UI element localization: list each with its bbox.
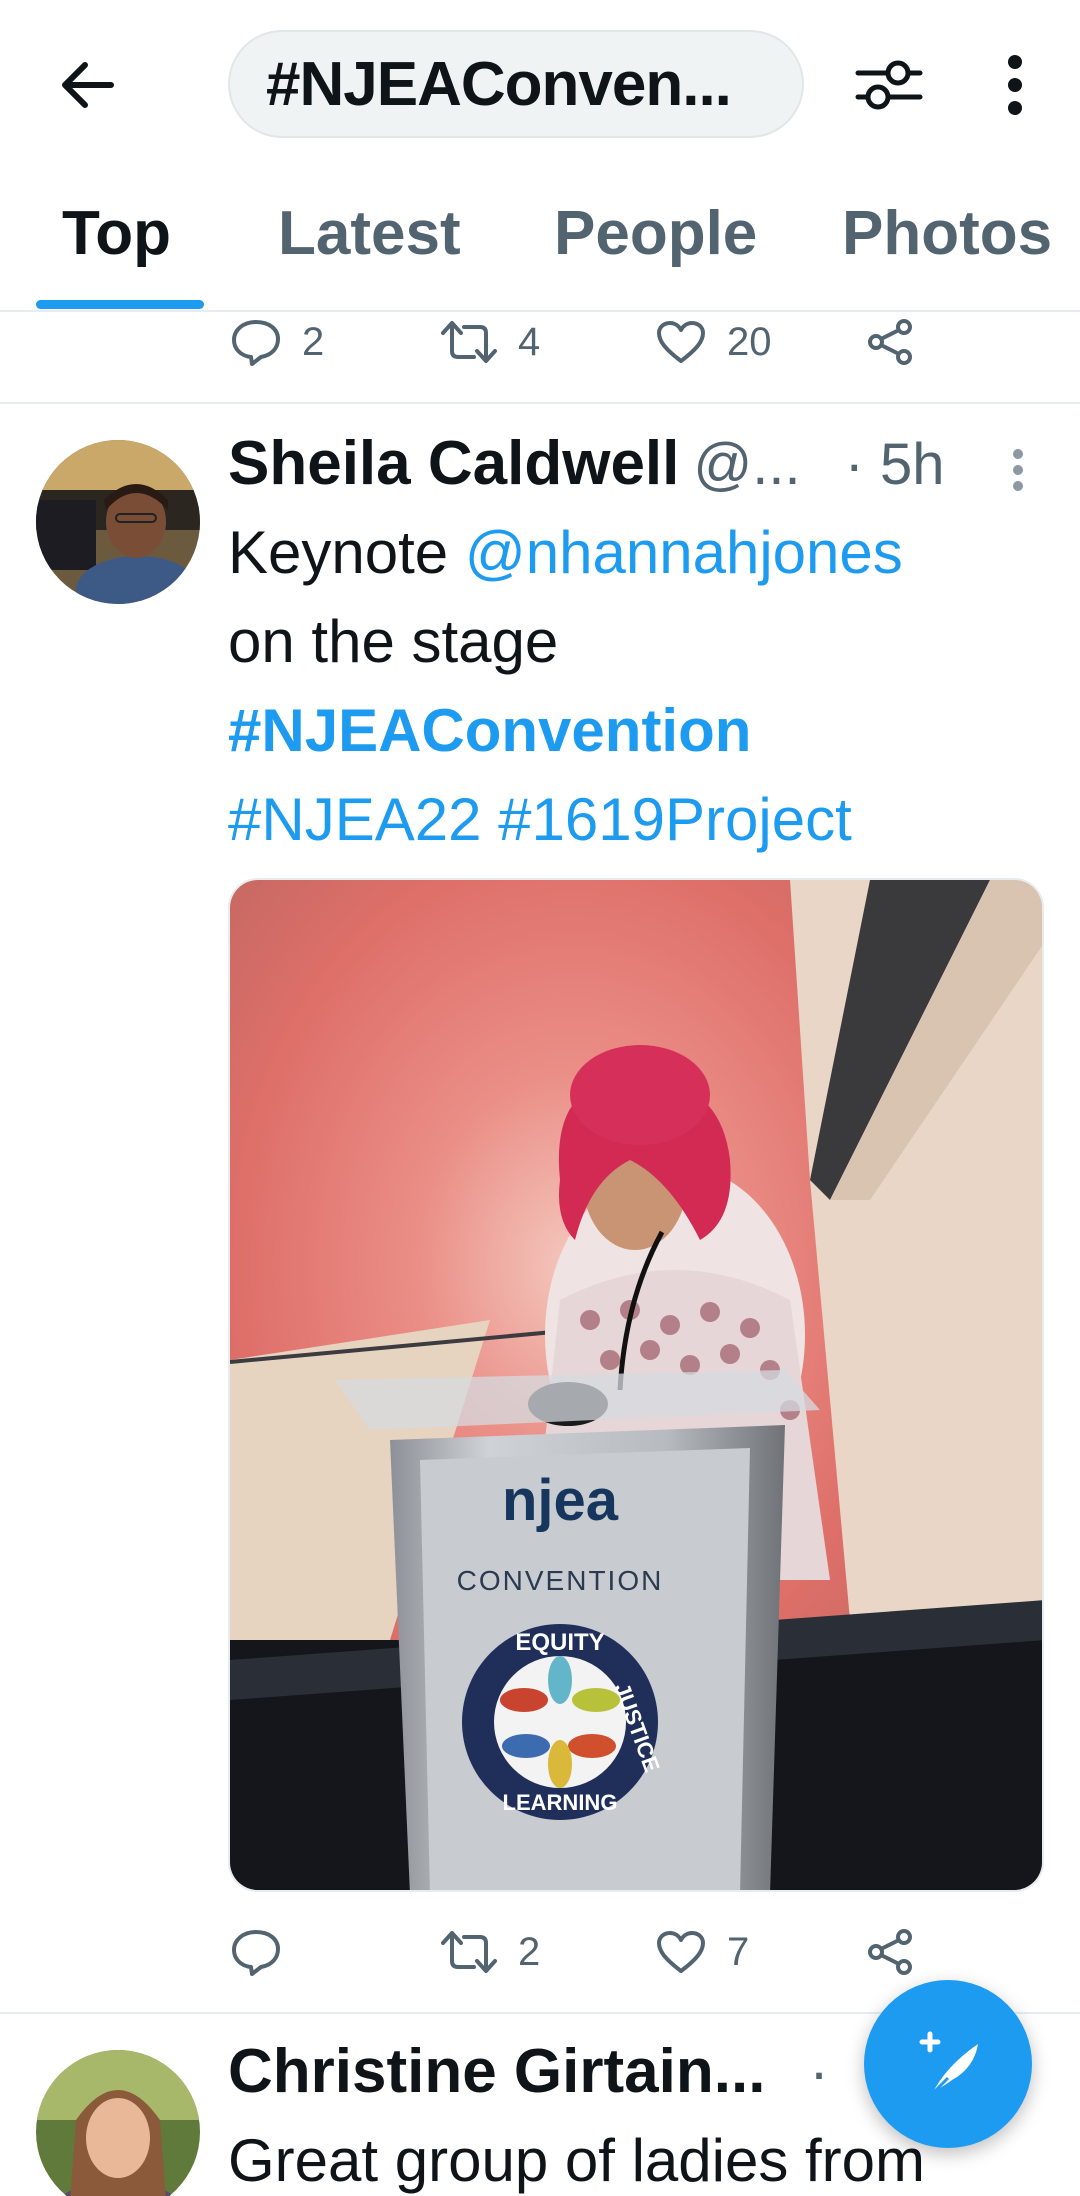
tab-latest[interactable]: Latest [278,198,461,269]
heart-icon [657,321,705,363]
retweet-count: 2 [518,1929,541,1974]
tweet-time[interactable]: · [809,2039,828,2106]
retweet-icon [441,1931,497,1973]
podium-subtitle: CONVENTION [457,1565,664,1596]
share-icon [868,1929,912,1975]
keynote-photo: njea CONVENTION EQUITY JUSTICE LEARNING [230,880,1042,1890]
avatar-photo [36,2050,200,2196]
author-handle[interactable]: @... [693,431,800,498]
tweet-divider [0,402,1080,404]
podium-logo: njea [502,1468,619,1533]
top-bar: #NJEAConven... [0,0,1080,170]
compose-tweet-button[interactable] [864,1980,1032,2148]
reply-button[interactable] [230,1912,302,1992]
tweet-text-prefix: Keynote [228,519,465,586]
like-button[interactable]: 7 [655,1912,749,1992]
retweet-icon [441,321,497,363]
tab-photos[interactable]: Photos [842,198,1052,269]
search-query-text: #NJEAConven... [266,49,732,119]
author-avatar[interactable] [36,2050,200,2196]
more-options-button[interactable] [985,50,1045,120]
tweet-more-button[interactable] [1010,448,1026,497]
search-filter-button[interactable] [850,50,928,120]
share-button[interactable] [866,1912,916,1992]
like-count: 20 [727,319,772,364]
tweet-header: Sheila Caldwell @... · 5h [228,428,945,499]
hashtag-link[interactable]: #1619Project [498,786,852,853]
hashtag-link-main[interactable]: #NJEAConvention [228,697,751,764]
tweet-text-line: on the stage [228,608,559,675]
reply-icon [232,320,280,366]
heart-icon [657,1931,705,1973]
arrow-left-icon [62,62,114,108]
tab-people[interactable]: People [554,198,757,269]
mention-link[interactable]: @nhannahjones [465,519,903,586]
previous-tweet-actions: 2 4 20 [0,302,1080,382]
sliders-icon [855,60,923,110]
share-icon [868,319,912,365]
vertical-ellipsis-icon [1008,55,1022,115]
tweet-body: Keynote @nhannahjones on the stage #NJEA… [228,508,1048,864]
retweet-button[interactable]: 4 [440,302,540,382]
author-name[interactable]: Christine Girtain... [228,2036,765,2107]
search-tabs: Top Latest People Photos [0,178,1080,312]
tab-top[interactable]: Top [62,198,171,269]
like-count: 7 [727,1929,750,1974]
compose-feather-icon [919,2031,978,2096]
share-button[interactable] [866,302,916,382]
tweet-actions: 2 7 [0,1912,1080,1992]
reply-count: 2 [302,319,325,364]
search-input[interactable]: #NJEAConven... [228,30,804,138]
author-avatar[interactable] [36,440,200,604]
vertical-ellipsis-icon [1013,449,1023,491]
back-button[interactable] [52,50,122,120]
tweet-media-photo[interactable]: njea CONVENTION EQUITY JUSTICE LEARNING [228,878,1044,1892]
seal-text-top: EQUITY [515,1629,604,1656]
avatar-photo [36,440,200,604]
hashtag-link[interactable]: #NJEA22 [228,786,481,853]
like-button[interactable]: 20 [655,302,772,382]
reply-button[interactable]: 2 [230,302,324,382]
author-name[interactable]: Sheila Caldwell [228,428,679,499]
retweet-button[interactable]: 2 [440,1912,540,1992]
reply-icon [232,1930,280,1976]
seal-text-bottom: LEARNING [503,1790,618,1815]
tweet-header: Christine Girtain... · [228,2036,829,2107]
tweet-time[interactable]: · 5h [845,431,945,498]
retweet-count: 4 [518,319,541,364]
